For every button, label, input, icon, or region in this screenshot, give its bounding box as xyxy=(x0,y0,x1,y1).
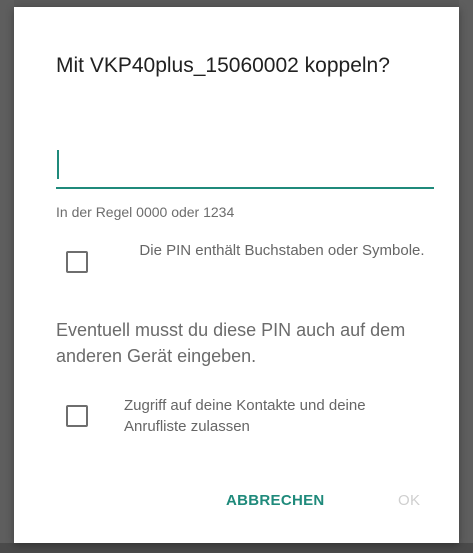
pin-hint: In der Regel 0000 oder 1234 xyxy=(56,204,235,220)
pin-letters-checkbox-label[interactable]: Die PIN enthält Buchstaben oder Symbole. xyxy=(112,240,452,261)
pin-info-text: Eventuell musst du diese PIN auch auf de… xyxy=(56,320,406,366)
cancel-button[interactable]: ABBRECHEN xyxy=(226,492,325,509)
contacts-access-checkbox[interactable] xyxy=(66,405,88,427)
backdrop-bottom xyxy=(0,543,473,553)
backdrop-left xyxy=(0,0,14,553)
pin-letters-checkbox[interactable] xyxy=(66,251,88,273)
dialog-title: Mit VKP40plus_15060002 koppeln? xyxy=(56,54,390,77)
pin-input[interactable] xyxy=(56,143,434,189)
backdrop-right xyxy=(459,0,473,553)
text-cursor xyxy=(57,150,59,179)
ok-button[interactable]: OK xyxy=(398,492,420,509)
contacts-access-checkbox-label[interactable]: Zugriff auf deine Kontakte und deine Anr… xyxy=(124,395,424,437)
backdrop-top xyxy=(0,0,473,7)
bluetooth-pairing-dialog: Mit VKP40plus_15060002 koppeln? In der R… xyxy=(14,7,459,543)
